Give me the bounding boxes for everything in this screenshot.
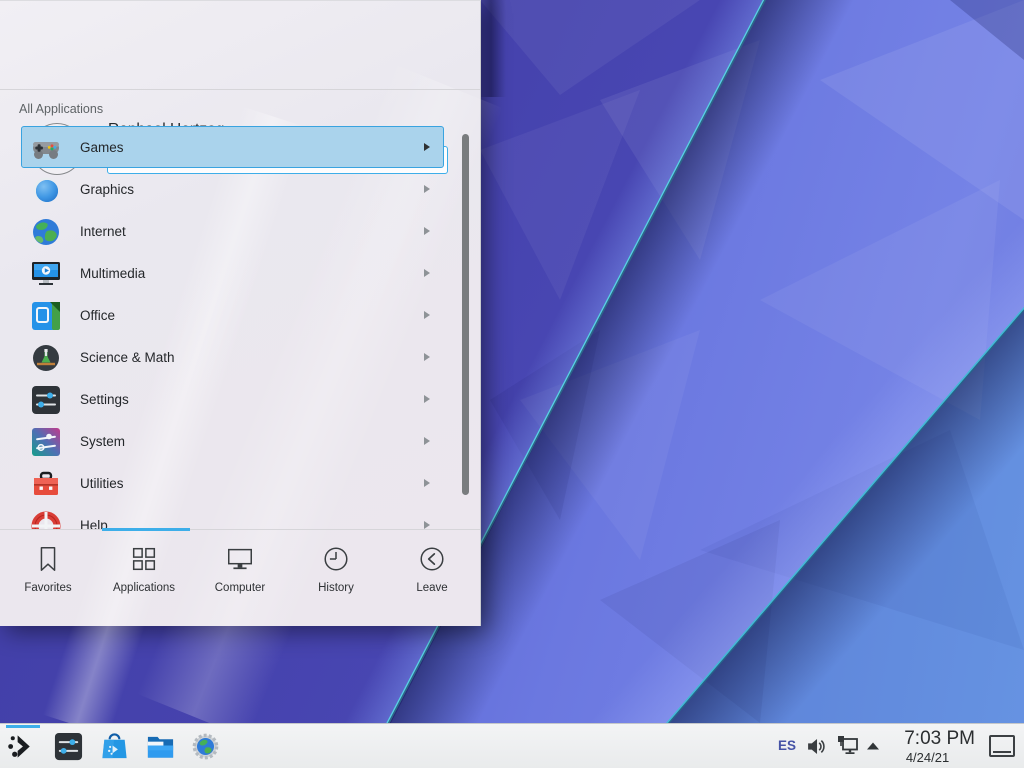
network-icon[interactable] — [836, 734, 860, 758]
settings-icon — [30, 384, 62, 416]
tab-label: History — [288, 582, 384, 594]
expand-tray-arrow-icon[interactable] — [866, 741, 880, 751]
tabbar-separator — [0, 529, 480, 530]
menu-item-settings[interactable]: Settings — [21, 378, 444, 420]
launcher-tabbar: Favorites Applications Computer — [0, 534, 481, 626]
application-launcher-button[interactable] — [6, 731, 37, 762]
tab-label: Applications — [96, 582, 192, 594]
utilities-icon — [30, 468, 62, 500]
multimedia-icon — [30, 258, 62, 290]
menu-item-label: Science & Math — [80, 337, 175, 379]
history-icon — [321, 544, 351, 574]
menu-item-label: Graphics — [80, 169, 134, 211]
submenu-arrow-icon — [424, 521, 430, 529]
menu-item-office[interactable]: Office — [21, 294, 444, 336]
show-desktop-button[interactable] — [989, 735, 1015, 757]
office-icon — [30, 300, 62, 332]
tab-leave[interactable]: Leave — [384, 534, 480, 626]
show-desktop-glyph — [993, 751, 1011, 753]
konqueror-launcher[interactable] — [190, 731, 221, 762]
active-task-indicator — [6, 725, 40, 728]
menu-item-science-math[interactable]: Science & Math — [21, 336, 444, 378]
clock-date[interactable]: 4/24/21 — [880, 750, 975, 765]
graphics-icon — [30, 174, 62, 206]
tab-label: Leave — [384, 582, 480, 594]
submenu-arrow-icon — [424, 311, 430, 319]
games-icon — [30, 132, 62, 164]
applications-icon — [129, 544, 159, 574]
active-tab-indicator — [102, 528, 190, 531]
submenu-arrow-icon — [424, 227, 430, 235]
menu-item-label: Office — [80, 295, 115, 337]
keyboard-layout-indicator[interactable]: ES — [778, 738, 796, 753]
tab-applications[interactable]: Applications — [96, 534, 192, 626]
system-settings-launcher[interactable] — [53, 731, 84, 762]
menu-item-label: Help — [80, 505, 108, 529]
leave-icon — [417, 544, 447, 574]
submenu-arrow-icon — [424, 479, 430, 487]
favorites-icon — [33, 544, 63, 574]
scrollbar[interactable] — [462, 134, 469, 495]
system-icon — [30, 426, 62, 458]
submenu-arrow-icon — [424, 395, 430, 403]
menu-item-internet[interactable]: Internet — [21, 210, 444, 252]
submenu-arrow-icon — [424, 353, 430, 361]
menu-item-label: System — [80, 421, 125, 463]
menu-item-label: Utilities — [80, 463, 124, 505]
tab-history[interactable]: History — [288, 534, 384, 626]
desktop: Raphael Hertzog All Applications Games — [0, 0, 1024, 768]
menu-item-label: Settings — [80, 379, 129, 421]
submenu-arrow-icon — [424, 269, 430, 277]
header-separator — [0, 89, 480, 90]
menu-item-label: Multimedia — [80, 253, 145, 295]
help-icon — [30, 510, 62, 529]
app-category-list: Games Graphics — [0, 126, 481, 529]
menu-item-games[interactable]: Games — [21, 126, 444, 168]
tab-label: Favorites — [0, 582, 96, 594]
clock-time[interactable]: 7:03 PM — [880, 728, 975, 750]
tab-favorites[interactable]: Favorites — [0, 534, 96, 626]
science-icon — [30, 342, 62, 374]
menu-item-help[interactable]: Help — [21, 504, 444, 529]
discover-launcher[interactable] — [99, 731, 130, 762]
application-launcher-menu: Raphael Hertzog All Applications Games — [0, 0, 481, 626]
taskbar: ES 7:03 PM 4/24/21 — [0, 723, 1024, 768]
computer-icon — [225, 544, 255, 574]
menu-item-label: Games — [80, 127, 124, 169]
submenu-arrow-icon — [424, 437, 430, 445]
menu-item-system[interactable]: System — [21, 420, 444, 462]
section-label: All Applications — [19, 102, 103, 116]
menu-item-label: Internet — [80, 211, 126, 253]
tab-label: Computer — [192, 582, 288, 594]
tab-computer[interactable]: Computer — [192, 534, 288, 626]
submenu-arrow-icon — [424, 185, 430, 193]
menu-item-graphics[interactable]: Graphics — [21, 168, 444, 210]
menu-item-multimedia[interactable]: Multimedia — [21, 252, 444, 294]
volume-icon[interactable] — [806, 736, 827, 757]
menu-item-utilities[interactable]: Utilities — [21, 462, 444, 504]
internet-icon — [30, 216, 62, 248]
dolphin-file-manager-launcher[interactable] — [145, 731, 176, 762]
submenu-arrow-icon — [424, 143, 430, 151]
